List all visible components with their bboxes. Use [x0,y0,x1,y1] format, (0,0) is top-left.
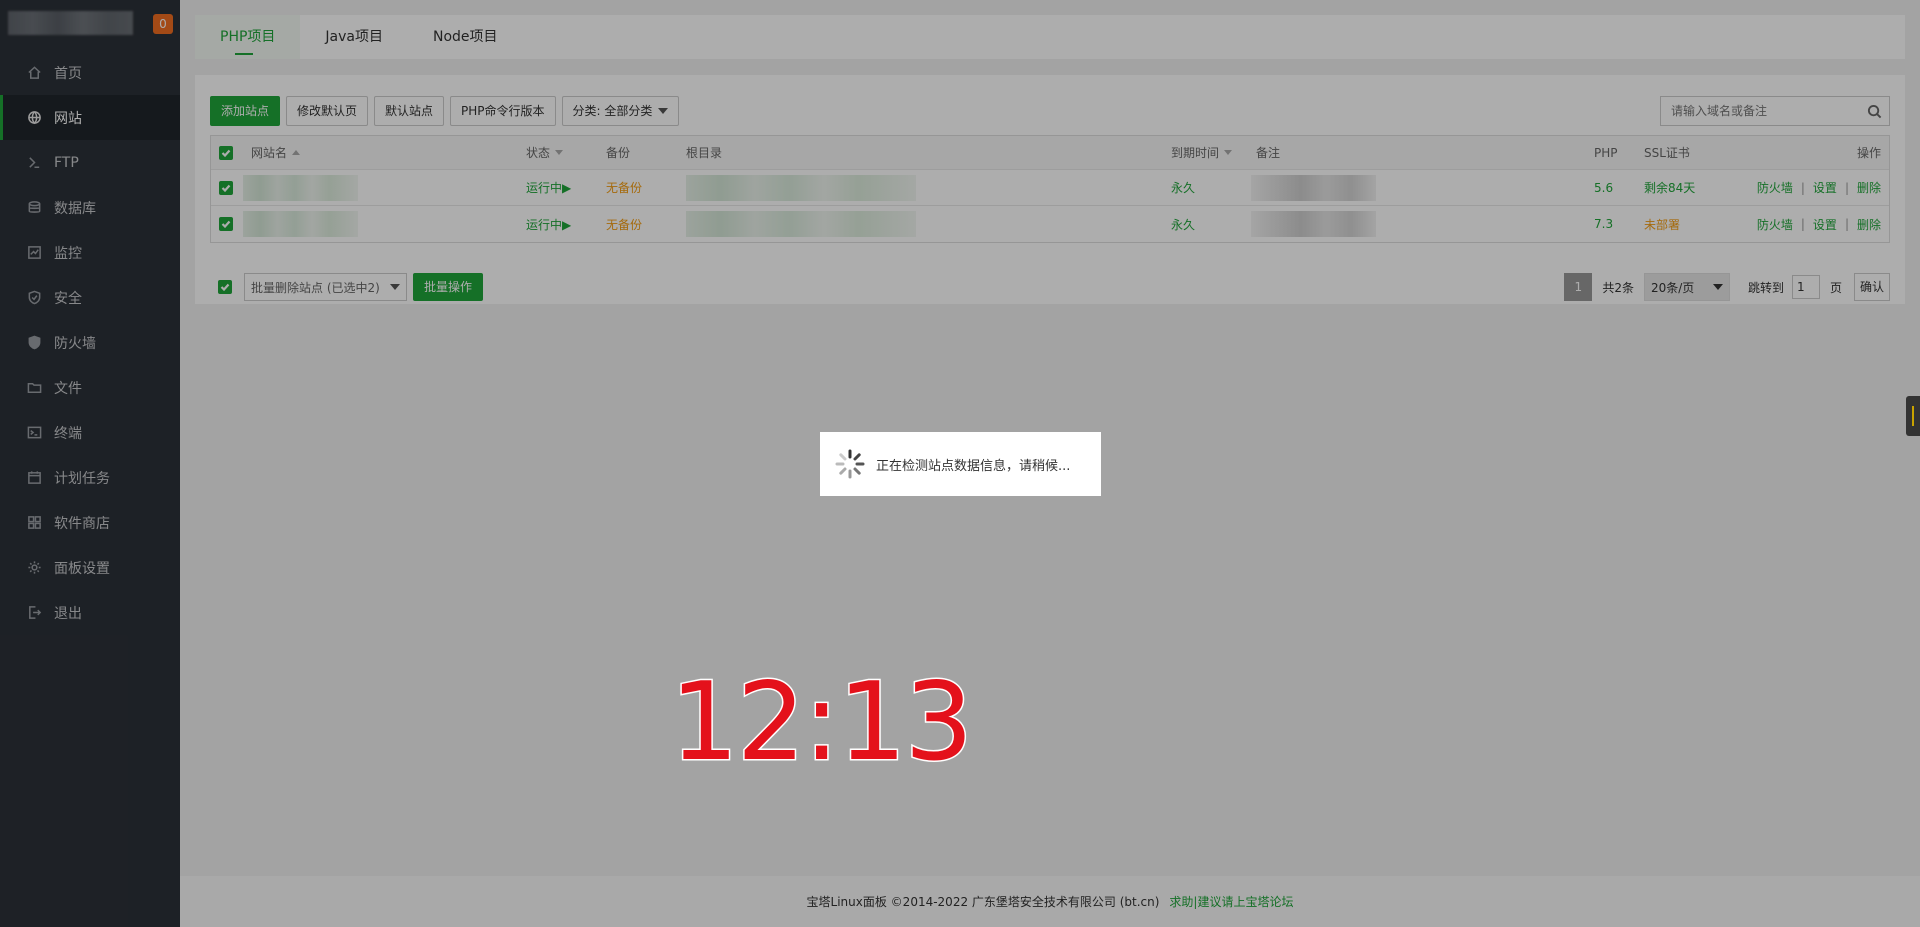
side-drawer-handle[interactable] [1906,396,1920,436]
spinner-icon [835,449,865,479]
loading-dialog: 正在检测站点数据信息，请稍候... [820,432,1101,496]
loading-message: 正在检测站点数据信息，请稍候... [876,458,1071,474]
clock-overlay: 12:13 [668,659,974,787]
